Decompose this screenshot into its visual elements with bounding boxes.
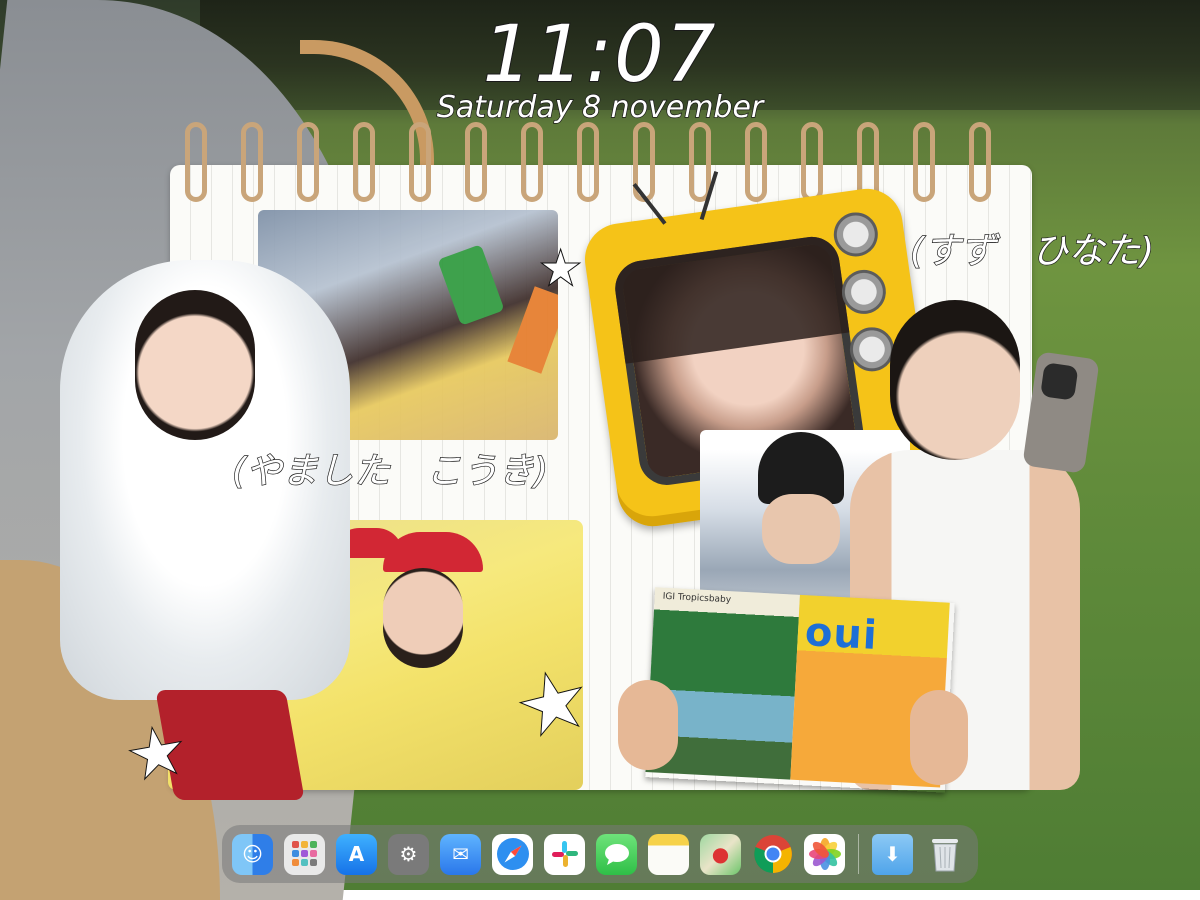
red-cap [383, 532, 483, 572]
magazine-cover-title: oui [803, 609, 879, 659]
messages-icon[interactable] [596, 833, 637, 875]
maps-icon[interactable]: ● [700, 833, 741, 875]
chips-bag-image [437, 244, 505, 326]
clock-time: 11:07 [482, 9, 718, 101]
app-store-icon[interactable]: A [336, 833, 377, 875]
launchpad-icon[interactable] [284, 833, 325, 875]
trash-icon[interactable] [924, 834, 965, 875]
notes-icon[interactable] [648, 833, 689, 875]
caption-left-name: (やました こうき) [231, 450, 549, 492]
hand-right [910, 690, 968, 785]
downloads-folder-icon[interactable]: ⬇ [872, 833, 913, 875]
caption-right-name: (すず ひなた) [909, 230, 1155, 272]
chrome-icon[interactable] [752, 834, 793, 875]
notebook-rings [185, 122, 1025, 212]
star-icon: ★ [539, 241, 582, 295]
tv-knob [830, 209, 881, 260]
mail-icon[interactable]: ✉ [440, 833, 481, 875]
dock-separator [858, 834, 859, 874]
slack-icon[interactable] [544, 833, 585, 875]
dock: ☺ A ⚙ ✉ ● ⬇ [222, 825, 978, 883]
snack-box-image [507, 286, 558, 374]
photos-icon[interactable] [804, 833, 845, 875]
finder-icon[interactable]: ☺ [232, 833, 273, 875]
safari-icon[interactable] [492, 833, 533, 875]
hand-left [618, 680, 678, 770]
phone-image [1022, 351, 1100, 474]
clock-date: Saturday 8 november [436, 89, 764, 125]
settings-icon[interactable]: ⚙ [388, 833, 429, 875]
white-hoodie-person-cutout [55, 250, 355, 800]
open-magazine: oui IGI Tropicsbaby [645, 587, 955, 792]
star-icon: ★ [121, 712, 192, 797]
